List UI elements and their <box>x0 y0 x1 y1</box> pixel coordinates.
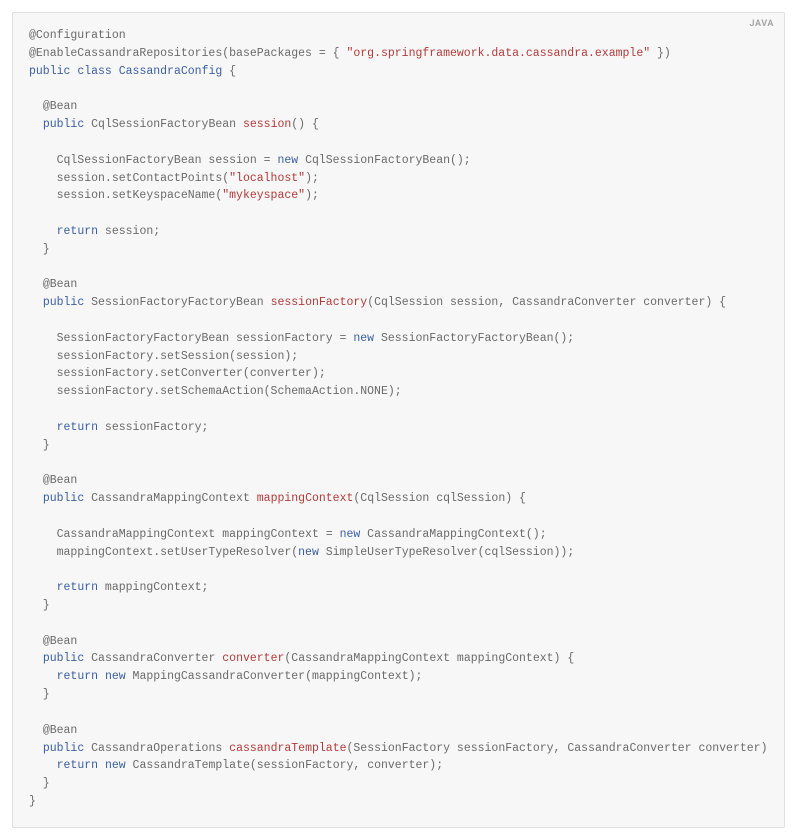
code-token: (CassandraMappingContext mappingContext)… <box>284 652 574 665</box>
code-token <box>29 296 43 309</box>
code-token: sessionFactory.setSchemaAction(SchemaAct… <box>29 385 402 398</box>
code-token <box>29 421 57 434</box>
code-token: sessionFactory.setConverter(converter); <box>29 367 326 380</box>
code-token: converter <box>222 652 284 665</box>
code-token: ); <box>305 189 319 202</box>
language-label: JAVA <box>750 19 775 29</box>
code-token: public <box>43 492 84 505</box>
code-token: (CqlSession cqlSession) { <box>353 492 526 505</box>
code-token: } <box>29 777 50 790</box>
code-token: @Bean <box>43 278 78 291</box>
code-token: return <box>57 759 98 772</box>
code-token: "org.springframework.data.cassandra.exam… <box>346 47 650 60</box>
code-token: (SessionFactory sessionFactory, Cassandr… <box>347 742 769 755</box>
code-token: new <box>340 528 361 541</box>
code-token: CqlSessionFactoryBean session = <box>29 154 277 167</box>
code-token <box>29 724 43 737</box>
code-token: () { <box>291 118 319 131</box>
code-token <box>29 278 43 291</box>
code-block: JAVA @Configuration @EnableCassandraRepo… <box>12 12 785 828</box>
code-token: new <box>277 154 298 167</box>
code-token: CassandraConverter <box>84 652 222 665</box>
code-token: public <box>43 652 84 665</box>
code-token: SimpleUserTypeResolver(cqlSession)); <box>319 546 574 559</box>
code-token: session <box>243 118 291 131</box>
code-content[interactable]: @Configuration @EnableCassandraRepositor… <box>29 27 768 811</box>
code-token: CassandraMappingContext <box>84 492 257 505</box>
code-token <box>29 635 43 648</box>
code-token: session.setContactPoints( <box>29 172 229 185</box>
code-token: SessionFactoryFactoryBean(); <box>374 332 574 345</box>
code-token <box>112 65 119 78</box>
code-token: @Bean <box>43 100 78 113</box>
code-token: class <box>77 65 112 78</box>
code-token: sessionFactory <box>271 296 368 309</box>
code-token: public <box>29 65 70 78</box>
code-token <box>29 118 43 131</box>
code-token: new <box>105 670 126 683</box>
code-token: session; <box>98 225 160 238</box>
code-token: sessionFactory.setSession(session); <box>29 350 298 363</box>
code-token <box>29 652 43 665</box>
code-token: } <box>29 688 50 701</box>
code-token <box>29 100 43 113</box>
code-token: @Bean <box>43 635 78 648</box>
code-token: CassandraConfig <box>119 65 223 78</box>
code-token: } <box>29 243 50 256</box>
code-token <box>98 670 105 683</box>
code-token: } <box>29 439 50 452</box>
code-token: new <box>353 332 374 345</box>
code-token: new <box>105 759 126 772</box>
code-token: public <box>43 118 84 131</box>
code-token: CqlSessionFactoryBean <box>84 118 243 131</box>
code-token: return <box>57 225 98 238</box>
code-token: mappingContext <box>257 492 354 505</box>
code-token: } <box>29 795 36 808</box>
code-token: mappingContext; <box>98 581 208 594</box>
code-token: (basePackages = { <box>222 47 346 60</box>
code-token <box>29 670 57 683</box>
code-token <box>29 492 43 505</box>
code-token: ); <box>305 172 319 185</box>
code-token: new <box>298 546 319 559</box>
code-token: return <box>57 581 98 594</box>
code-token: @Bean <box>43 724 78 737</box>
code-token: public <box>43 296 84 309</box>
code-token: { <box>222 65 236 78</box>
code-token: public <box>43 742 84 755</box>
code-token <box>29 474 43 487</box>
code-token: "mykeyspace" <box>222 189 305 202</box>
code-token: sessionFactory; <box>98 421 208 434</box>
code-token: cassandraTemplate <box>229 742 346 755</box>
code-token: (CqlSession session, CassandraConverter … <box>367 296 726 309</box>
code-token: CqlSessionFactoryBean(); <box>298 154 471 167</box>
code-token: MappingCassandraConverter(mappingContext… <box>126 670 423 683</box>
code-token: return <box>57 670 98 683</box>
code-token <box>29 225 57 238</box>
code-token <box>98 759 105 772</box>
code-token <box>29 742 43 755</box>
code-token <box>29 759 57 772</box>
code-token: SessionFactoryFactoryBean <box>84 296 270 309</box>
code-token: CassandraMappingContext mappingContext = <box>29 528 340 541</box>
code-token: session.setKeyspaceName( <box>29 189 222 202</box>
code-token: SessionFactoryFactoryBean sessionFactory… <box>29 332 353 345</box>
code-token: }) <box>650 47 671 60</box>
code-token: CassandraOperations <box>84 742 229 755</box>
code-token: "localhost" <box>229 172 305 185</box>
code-token: @Bean <box>43 474 78 487</box>
code-token: mappingContext.setUserTypeResolver( <box>29 546 298 559</box>
code-token: @Configuration <box>29 29 126 42</box>
code-token <box>29 581 57 594</box>
code-token: CassandraMappingContext(); <box>360 528 546 541</box>
code-token: CassandraTemplate(sessionFactory, conver… <box>126 759 443 772</box>
code-token: } <box>29 599 50 612</box>
code-token: @EnableCassandraRepositories <box>29 47 222 60</box>
code-token: return <box>57 421 98 434</box>
